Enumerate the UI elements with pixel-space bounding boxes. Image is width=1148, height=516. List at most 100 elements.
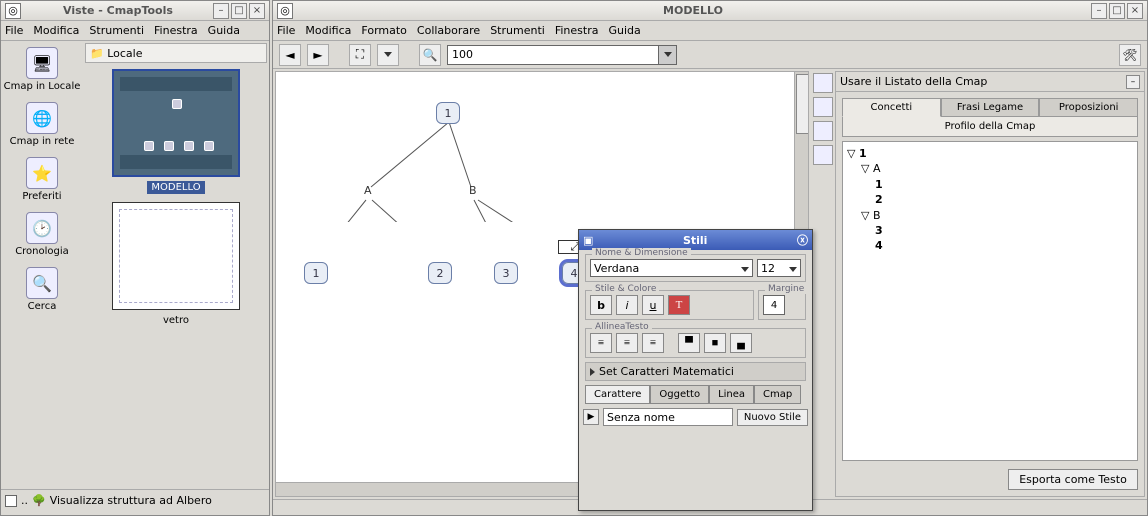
forward-button[interactable]: ► [307,44,329,66]
nav-preferiti[interactable]: ⭐Preferiti [1,157,83,202]
menu-modifica[interactable]: Modifica [33,24,79,37]
menu-file[interactable]: File [277,24,295,37]
node-c3[interactable]: 3 [494,262,518,284]
tab-cmap[interactable]: Cmap [754,385,801,404]
nav-cronologia[interactable]: 🕑Cronologia [1,212,83,257]
scale-dropdown-icon[interactable] [377,44,399,66]
thumb-label: vetro [159,314,193,327]
tree-node[interactable]: ▽ A [861,161,1133,176]
tab-linea[interactable]: Linea [709,385,754,404]
new-style-button[interactable]: Nuovo Stile [737,409,808,426]
modello-titlebar[interactable]: ◎ MODELLO – □ × [273,1,1147,21]
font-select[interactable]: Verdana [590,259,753,277]
tab-concetti[interactable]: Concetti [842,98,941,117]
nav-cerca[interactable]: 🔍Cerca [1,267,83,312]
close-icon[interactable]: ⓧ [797,232,808,248]
style-name-input[interactable]: Senza nome [603,408,733,426]
back-button[interactable]: ◄ [279,44,301,66]
stili-titlebar[interactable]: ▣ Stili ⓧ [579,230,812,250]
section-align: AllineaTesto ≡ ≡ ≡ ▀ ■ ▄ [585,328,806,358]
menu-formato[interactable]: Formato [361,24,407,37]
menu-file[interactable]: File [5,24,23,37]
node-c1[interactable]: 1 [304,262,328,284]
tree-node[interactable]: ▽ B [861,208,1133,223]
menu-modifica[interactable]: Modifica [305,24,351,37]
panel-icon-1[interactable] [813,73,833,93]
bold-button[interactable]: b [590,295,612,315]
panel-minimize-icon[interactable]: – [1126,75,1140,89]
maximize-button[interactable]: □ [1109,3,1125,19]
scale-fit-button[interactable]: ⛶ [349,44,371,66]
zoom-select[interactable] [447,45,677,65]
viste-status-bar: .. 🌳 Visualizza struttura ad Albero [1,489,269,511]
tab-oggetto[interactable]: Oggetto [650,385,709,404]
close-button[interactable]: × [249,3,265,19]
section-name-dim: Nome & Dimensione Verdana 12 [585,254,806,282]
valign-top-button[interactable]: ▀ [678,333,700,353]
thumb-vetro[interactable]: vetro [111,202,241,327]
tree-node[interactable]: 2 [875,192,1133,207]
nav-cmap-rete[interactable]: 🌐Cmap in rete [1,102,83,147]
zoom-icon[interactable]: 🔍 [419,44,441,66]
edge-lines [276,72,576,222]
label-B[interactable]: B [469,184,477,197]
menu-guida[interactable]: Guida [208,24,240,37]
align-center-button[interactable]: ≡ [616,333,638,353]
menu-finestra[interactable]: Finestra [154,24,198,37]
section-label: Nome & Dimensione [592,248,691,258]
align-left-button[interactable]: ≡ [590,333,612,353]
play-icon[interactable]: ▶ [583,409,599,425]
tools-icon[interactable]: 🛠 [1119,44,1141,66]
zoom-input[interactable] [448,48,658,61]
tree-view-checkbox[interactable] [5,495,17,507]
maximize-button[interactable]: □ [231,3,247,19]
tree-node[interactable]: 3 [875,223,1133,238]
underline-button[interactable]: u [642,295,664,315]
size-select[interactable]: 12 [757,259,801,277]
side-icon-strip [811,69,835,499]
viste-titlebar[interactable]: ◎ Viste - CmapTools – □ × [1,1,269,21]
node-c2[interactable]: 2 [428,262,452,284]
chevron-down-icon[interactable] [658,46,676,64]
thumb-modello[interactable]: MODELLO [111,69,241,194]
text-color-button[interactable]: T [668,295,690,315]
folder-icon: 📁 [90,47,104,60]
tab-frasi-legame[interactable]: Frasi Legame [941,98,1040,117]
menu-strumenti[interactable]: Strumenti [89,24,144,37]
minimize-button[interactable]: – [1091,3,1107,19]
viste-title: Viste - CmapTools [25,4,211,17]
close-button[interactable]: × [1127,3,1143,19]
modello-toolbar: ◄ ► ⛶ 🔍 🛠 [273,41,1147,69]
tree-node[interactable]: 1 [875,177,1133,192]
panel-icon-4[interactable] [813,145,833,165]
tree-icon: 🌳 [32,494,46,507]
panel-icon-3[interactable] [813,121,833,141]
label-A[interactable]: A [364,184,372,197]
italic-button[interactable]: i [616,295,638,315]
math-chars-expander[interactable]: Set Caratteri Matematici [585,362,806,381]
margin-input[interactable]: 4 [763,295,785,315]
listato-tabs: Concetti Frasi Legame Proposizioni [842,98,1138,117]
window-menu-icon[interactable]: ▣ [583,234,593,247]
thumb-label: MODELLO [147,181,204,194]
stili-bottom-tabs: Carattere Oggetto Linea Cmap [585,385,806,404]
tree-node[interactable]: ▽ 1 [847,146,1133,161]
tab-carattere[interactable]: Carattere [585,385,650,404]
export-text-button[interactable]: Esporta come Testo [1008,469,1138,490]
nav-cmap-locale[interactable]: 🖥Cmap in Locale [1,47,83,92]
menu-guida[interactable]: Guida [608,24,640,37]
valign-bottom-button[interactable]: ▄ [730,333,752,353]
align-right-button[interactable]: ≡ [642,333,664,353]
menu-collaborare[interactable]: Collaborare [417,24,480,37]
listato-tree[interactable]: ▽ 1▽ A12▽ B34 [842,141,1138,461]
stili-title: Stili [593,234,797,247]
panel-icon-2[interactable] [813,97,833,117]
node-1[interactable]: 1 [436,102,460,124]
menu-finestra[interactable]: Finestra [555,24,599,37]
minimize-button[interactable]: – [213,3,229,19]
menu-strumenti[interactable]: Strumenti [490,24,545,37]
tree-node[interactable]: 4 [875,238,1133,253]
valign-middle-button[interactable]: ■ [704,333,726,353]
locale-header[interactable]: 📁 Locale [85,43,267,63]
tab-proposizioni[interactable]: Proposizioni [1039,98,1138,117]
